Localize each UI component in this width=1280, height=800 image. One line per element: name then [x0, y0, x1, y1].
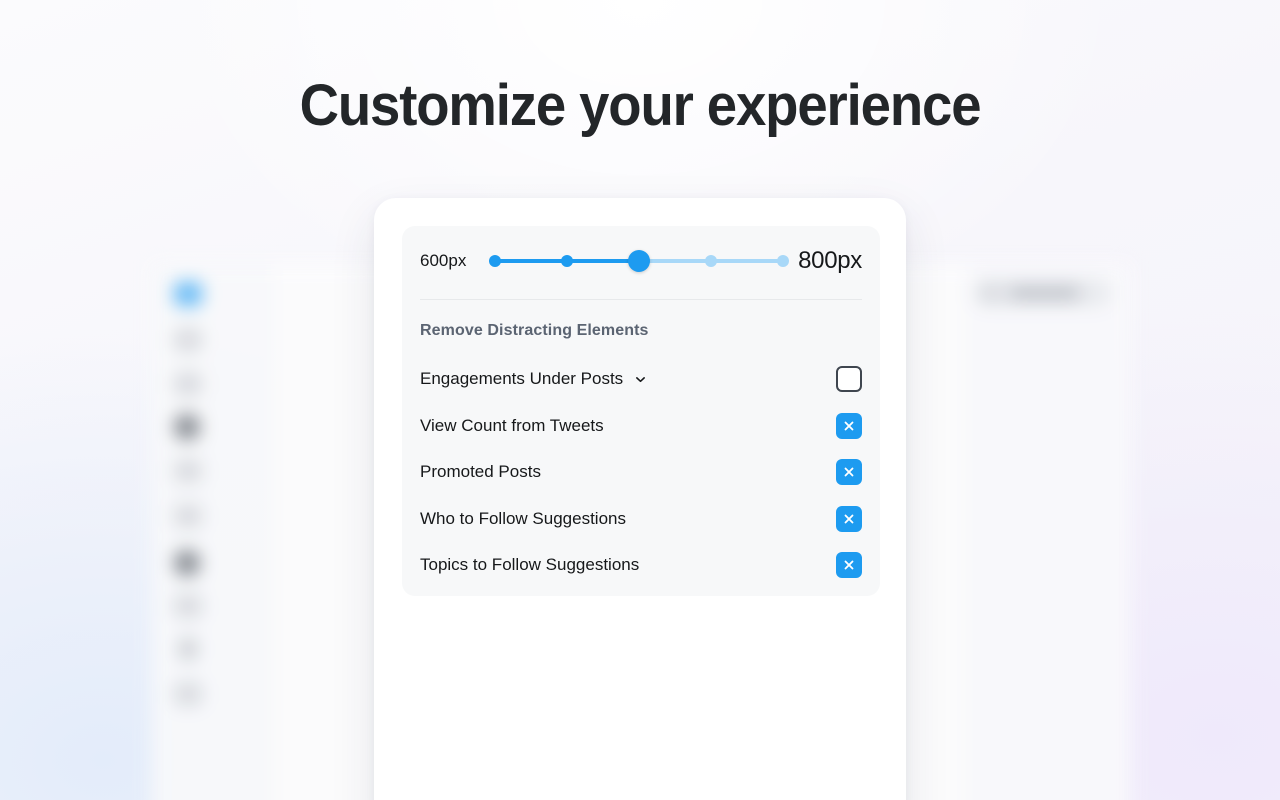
home-icon: [174, 328, 202, 352]
setting-row-topics-to-follow-suggestions[interactable]: Topics to Follow Suggestions: [402, 542, 880, 589]
setting-label: Engagements Under Posts: [420, 369, 624, 389]
close-icon: [844, 421, 854, 431]
twitter-bird-icon: [174, 282, 202, 306]
envelope-icon: [174, 459, 202, 483]
section-heading: Remove Distracting Elements: [420, 322, 649, 339]
settings-card: 600px 800px Remove Distracting Elements …: [374, 198, 906, 800]
slider-step-1[interactable]: [489, 255, 501, 267]
slider-min-label: 600px: [420, 251, 467, 270]
setting-label: View Count from Tweets: [420, 415, 604, 435]
setting-row-promoted-posts[interactable]: Promoted Posts: [402, 449, 880, 496]
slider-max-label: 800px: [798, 247, 862, 274]
list-icon: [174, 550, 200, 576]
more-icon: [179, 638, 197, 660]
bell-icon: [174, 414, 200, 440]
slider-step-5[interactable]: [777, 255, 789, 267]
setting-label: Topics to Follow Suggestions: [420, 555, 640, 575]
close-icon: [844, 514, 854, 524]
setting-checkbox-view-count-from-tweets[interactable]: [836, 412, 862, 439]
setting-row-engagements-under-posts[interactable]: Engagements Under Posts: [402, 356, 880, 403]
search-icon: [174, 372, 202, 396]
slider-thumb[interactable]: [628, 250, 650, 272]
timeline-width-slider[interactable]: [486, 246, 789, 276]
divider: [420, 299, 862, 300]
setting-checkbox-topics-to-follow-suggestions[interactable]: [836, 552, 862, 579]
slider-step-4[interactable]: [705, 255, 717, 267]
setting-label: Promoted Posts: [420, 462, 541, 482]
close-icon: [844, 467, 854, 477]
page-title: Customize your experience: [299, 73, 982, 138]
search-icon: [984, 286, 998, 300]
setting-checkbox-engagements-under-posts[interactable]: [836, 366, 862, 393]
tweet-button-icon: [174, 682, 202, 706]
bookmark-icon: [174, 504, 202, 528]
timeline-width-row: 600px 800px: [402, 226, 880, 296]
setting-row-view-count-from-tweets[interactable]: View Count from Tweets: [402, 403, 880, 450]
close-icon: [844, 560, 854, 570]
blurred-right-column: [970, 264, 1130, 800]
blurred-search-placeholder: [1008, 288, 1080, 298]
slider-step-2[interactable]: [561, 255, 573, 267]
settings-rows: Engagements Under Posts View Count from …: [402, 356, 880, 589]
setting-label: Who to Follow Suggestions: [420, 508, 626, 528]
profile-icon: [174, 594, 202, 618]
distracting-elements-panel: 600px 800px Remove Distracting Elements …: [402, 226, 880, 596]
setting-checkbox-promoted-posts[interactable]: [836, 459, 862, 486]
setting-row-who-to-follow-suggestions[interactable]: Who to Follow Suggestions: [402, 496, 880, 543]
setting-checkbox-who-to-follow-suggestions[interactable]: [836, 505, 862, 532]
chevron-down-icon[interactable]: [634, 373, 647, 386]
blurred-sidebar: [152, 264, 270, 800]
